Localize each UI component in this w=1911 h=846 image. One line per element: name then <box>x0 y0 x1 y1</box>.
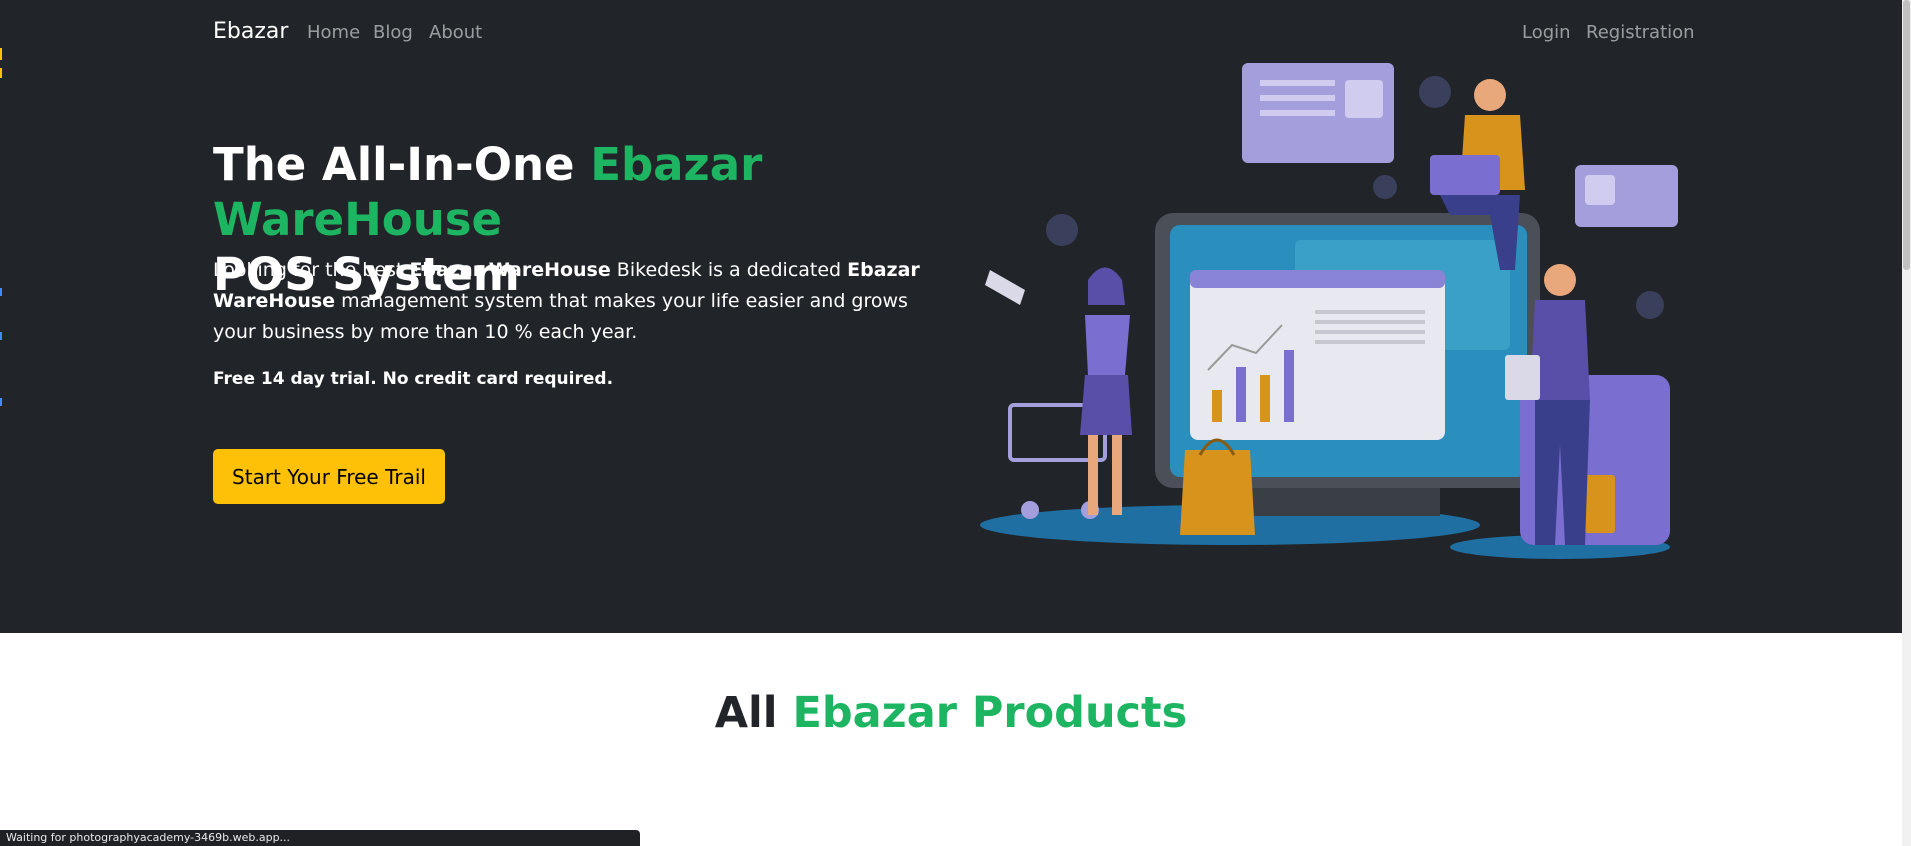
woman-leg <box>1088 435 1098 515</box>
thumbs-up-icon <box>1373 175 1397 199</box>
scrollbar-thumb[interactable] <box>1903 0 1910 270</box>
page: Ebazar Home Blog About Login Registratio… <box>0 0 1911 846</box>
edge-mark <box>0 48 2 60</box>
products-title-part1: All <box>714 688 793 738</box>
chart-text-line <box>1315 330 1425 334</box>
chart-bar <box>1236 367 1246 422</box>
laptop <box>1430 155 1500 195</box>
chart-bar <box>1260 375 1270 422</box>
hero-trial-note: Free 14 day trial. No credit card requir… <box>213 369 614 389</box>
edge-mark <box>0 288 2 296</box>
play-icon <box>1046 214 1078 246</box>
browser-status-bar: Waiting for photographyacademy-3469b.web… <box>0 830 640 846</box>
illustration-warehouse-pos <box>980 63 1678 559</box>
edge-mark <box>0 398 2 406</box>
brand-logo-link[interactable]: Ebazar <box>213 19 288 44</box>
nav-link-about[interactable]: About <box>429 22 482 43</box>
chart-text-line <box>1315 320 1425 324</box>
heart-icon <box>1419 76 1451 108</box>
hero-section: Ebazar Home Blog About Login Registratio… <box>0 0 1902 633</box>
woman-skirt <box>1080 375 1132 435</box>
bubble-line <box>1260 80 1335 86</box>
clipboard <box>1505 355 1540 400</box>
products-title-accent: Ebazar Products <box>792 688 1188 738</box>
vertical-scrollbar[interactable] <box>1902 0 1911 846</box>
hero-description: Looking for the best Ebazar WareHouse Bi… <box>213 255 933 348</box>
bubble-line <box>1260 110 1335 116</box>
chart-text-line <box>1315 340 1425 344</box>
nav-link-login[interactable]: Login <box>1522 22 1571 43</box>
man-standing-head <box>1544 264 1576 296</box>
bubble-line <box>1260 95 1335 101</box>
nav-link-blog[interactable]: Blog <box>373 22 413 43</box>
chart-bar <box>1284 350 1294 422</box>
chart-bar <box>1212 390 1222 422</box>
woman-hair <box>1088 267 1125 305</box>
man-sitting-head <box>1474 79 1506 111</box>
shopping-bag <box>1180 450 1255 535</box>
chart-window <box>1190 270 1445 440</box>
hero-desc-part2: Bikedesk is a dedicated <box>610 259 848 281</box>
woman-leg <box>1112 435 1122 515</box>
chart-text-line <box>1315 310 1425 314</box>
thumbs-up-icon <box>1636 291 1664 319</box>
start-free-trial-button[interactable]: Start Your Free Trail <box>213 449 445 504</box>
woman-top <box>1085 315 1130 375</box>
calculator-key <box>1585 475 1615 533</box>
chart-window-titlebar <box>1190 270 1445 288</box>
monitor-stand <box>1250 488 1440 516</box>
nav-link-home[interactable]: Home <box>307 22 360 43</box>
hero-title-part1: The All-In-One <box>213 138 591 191</box>
cart-wheel <box>1021 501 1039 519</box>
cart-icon <box>1345 80 1383 118</box>
nav-link-registration[interactable]: Registration <box>1586 22 1695 43</box>
edge-mark <box>0 68 2 78</box>
edge-mark <box>0 332 2 340</box>
cart-icon <box>1585 175 1615 205</box>
hero-desc-part1: Looking for the best <box>213 259 410 281</box>
megaphone <box>985 270 1025 305</box>
hero-desc-bold1: Ebazar WareHouse <box>409 259 611 281</box>
products-section-title: All Ebazar Products <box>0 688 1902 738</box>
